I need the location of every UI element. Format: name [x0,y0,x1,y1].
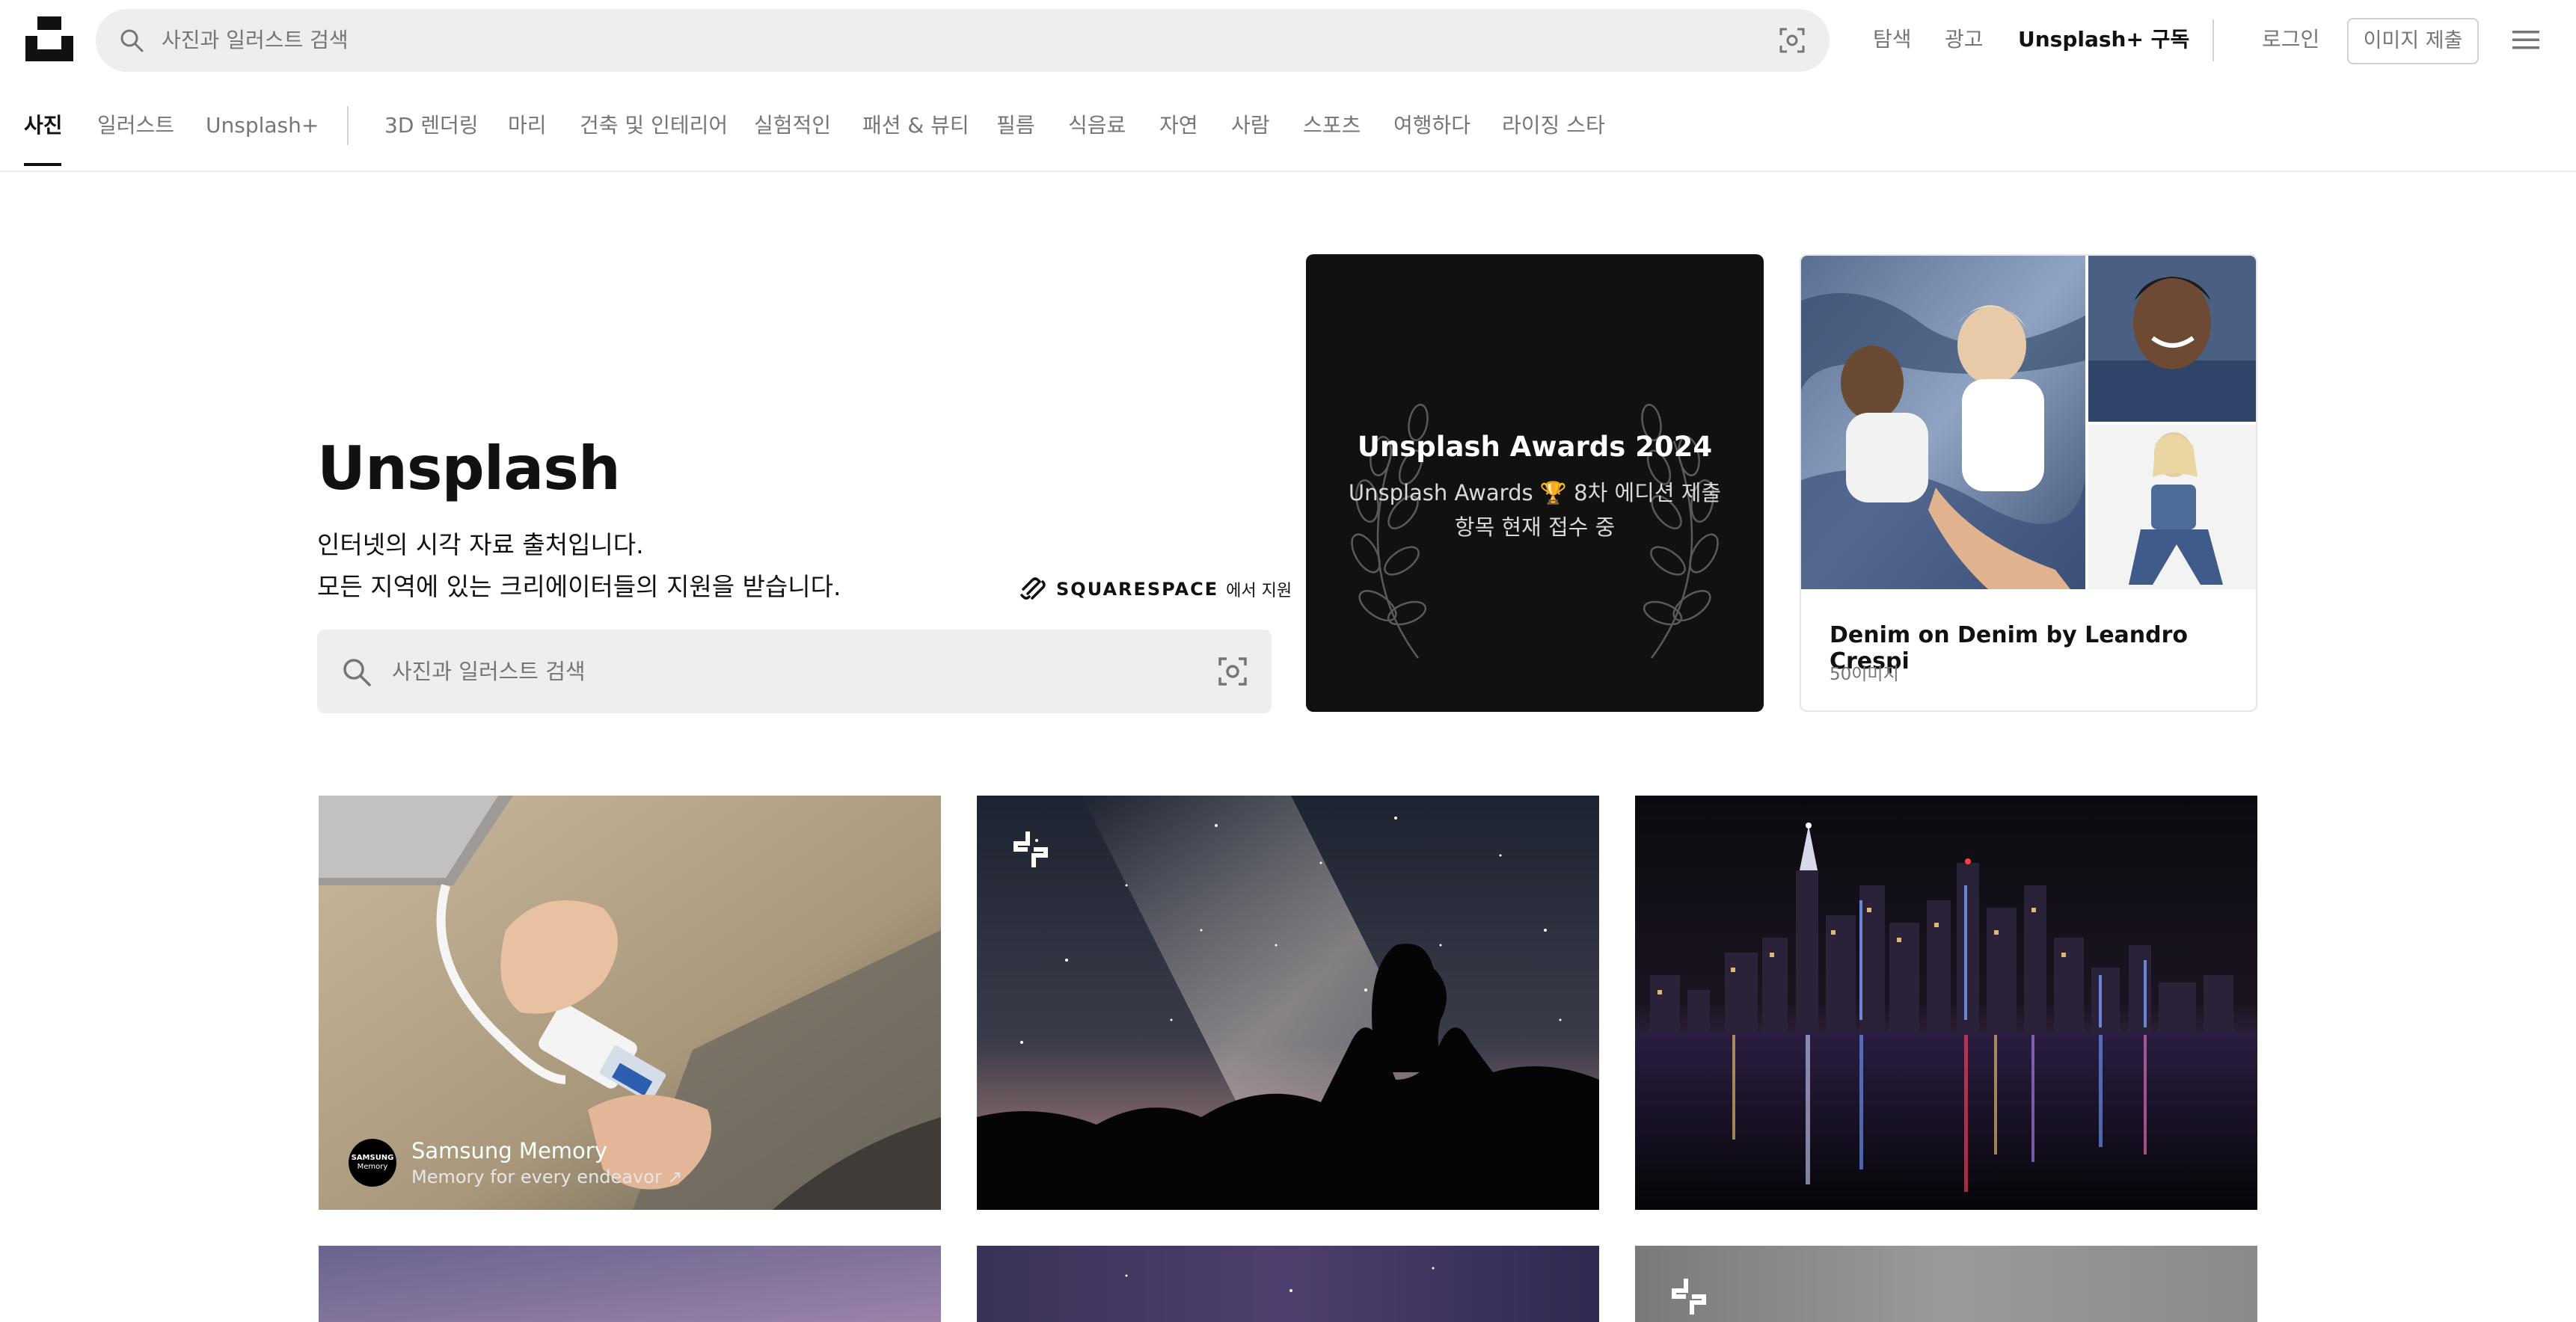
unsplash-logo-icon[interactable] [25,16,73,61]
submit-image-button[interactable]: 이미지 제출 [2347,18,2479,64]
visual-search-icon[interactable] [1218,657,1248,686]
tab-unsplash-plus[interactable]: Unsplash+ [206,79,319,170]
nav-subscribe-link[interactable]: Unsplash+ 구독 [2018,0,2189,79]
tab-illustrations[interactable]: 일러스트 [97,79,174,170]
topic-people[interactable]: 사람 [1231,79,1270,170]
login-link[interactable]: 로그인 [2262,0,2319,79]
photo-sponsored-samsung[interactable]: SAMSUNG Memory Samsung Memory Memory for… [319,796,941,1210]
collection-image-2 [2088,256,2256,422]
top-search-input[interactable]: 사진과 일러스트 검색 [162,9,349,72]
nav-advertise-link[interactable]: 광고 [1945,0,1984,79]
topic-mari[interactable]: 마리 [508,79,547,170]
hero-title: Unsplash [317,434,621,503]
hero-subtitle-line1: 인터넷의 시각 자료 출처입니다. [317,530,644,559]
sponsor-suffix: 에서 지원 [1226,582,1292,600]
topic-travel[interactable]: 여행하다 [1393,79,1471,170]
header-divider [2212,19,2214,61]
hero-search-bar[interactable]: 사진과 일러스트 검색 [317,630,1272,713]
collection-main-image [1801,256,2085,589]
topic-food-drink[interactable]: 식음료 [1068,79,1126,170]
top-search-bar[interactable]: 사진과 일러스트 검색 [96,9,1830,72]
category-divider [347,106,349,145]
sponsor-tagline[interactable]: Memory for every endeavor ↗ [411,1166,682,1187]
awards-line2: 항목 현재 접수 중 [1454,514,1616,540]
topic-architecture[interactable]: 건축 및 인테리어 [580,79,728,170]
topic-nature[interactable]: 자연 [1159,79,1198,170]
unsplash-awards-card[interactable]: Unsplash Awards 2024 Unsplash Awards 🏆 8… [1306,254,1764,712]
tab-photos[interactable]: 사진 [24,79,63,170]
squarespace-sponsor[interactable]: SQUARESPACE 에서 지원 [1019,574,1292,604]
top-header: 사진과 일러스트 검색 탐색 광고 Unsplash+ 구독 로그인 이미지 제… [0,0,2576,79]
topic-fashion-beauty[interactable]: 패션 & 뷰티 [862,79,969,170]
photo-grey-fog[interactable] [1635,1246,2257,1322]
topic-3d-renders[interactable]: 3D 렌더링 [384,79,479,170]
topic-experimental[interactable]: 실험적인 [754,79,831,170]
samsung-avatar[interactable]: SAMSUNG Memory [349,1139,396,1187]
topic-film[interactable]: 필름 [996,79,1035,170]
avatar-text-2: Memory [357,1163,388,1171]
photo-milky-way[interactable] [977,796,1599,1210]
photo-city-skyline[interactable] [1635,796,2257,1210]
denim-collection-card[interactable]: Denim on Denim by Leandro Crespi 50이미지 [1800,254,2257,712]
hamburger-menu-icon[interactable] [2511,26,2541,53]
search-icon[interactable] [341,657,372,688]
topic-rising-stars[interactable]: 라이징 스타 [1502,79,1605,170]
unsplash-plus-icon [1013,831,1048,867]
nav-explore-link[interactable]: 탐색 [1873,0,1912,79]
sponsor-name[interactable]: Samsung Memory [411,1138,682,1163]
collection-count: 50이미지 [1830,665,1899,684]
category-nav: 사진 일러스트 Unsplash+ 3D 렌더링 마리 건축 및 인테리어 실험… [0,79,2576,172]
hero-subtitle-line2: 모든 지역에 있는 크리에이터들의 지원을 받습니다. [317,572,841,601]
squarespace-logo-icon [1020,577,1046,600]
unsplash-plus-icon [1672,1279,1706,1315]
photo-purple-sky[interactable] [319,1246,941,1322]
hero-search-input[interactable]: 사진과 일러스트 검색 [392,630,586,713]
awards-line1: Unsplash Awards 🏆 8차 에디션 제출 [1348,480,1722,505]
squarespace-name: SQUARESPACE [1056,579,1219,600]
sponsor-badge[interactable]: SAMSUNG Memory Samsung Memory Memory for… [349,1138,682,1187]
topic-sports[interactable]: 스포츠 [1303,79,1361,170]
search-icon[interactable] [118,27,145,54]
collection-image-3 [2088,425,2256,589]
visual-search-icon[interactable] [1779,27,1806,54]
photo-night-sky[interactable] [977,1246,1599,1322]
active-tab-indicator [24,163,61,166]
avatar-text-1: SAMSUNG [351,1154,394,1162]
awards-title: Unsplash Awards 2024 [1357,431,1713,463]
